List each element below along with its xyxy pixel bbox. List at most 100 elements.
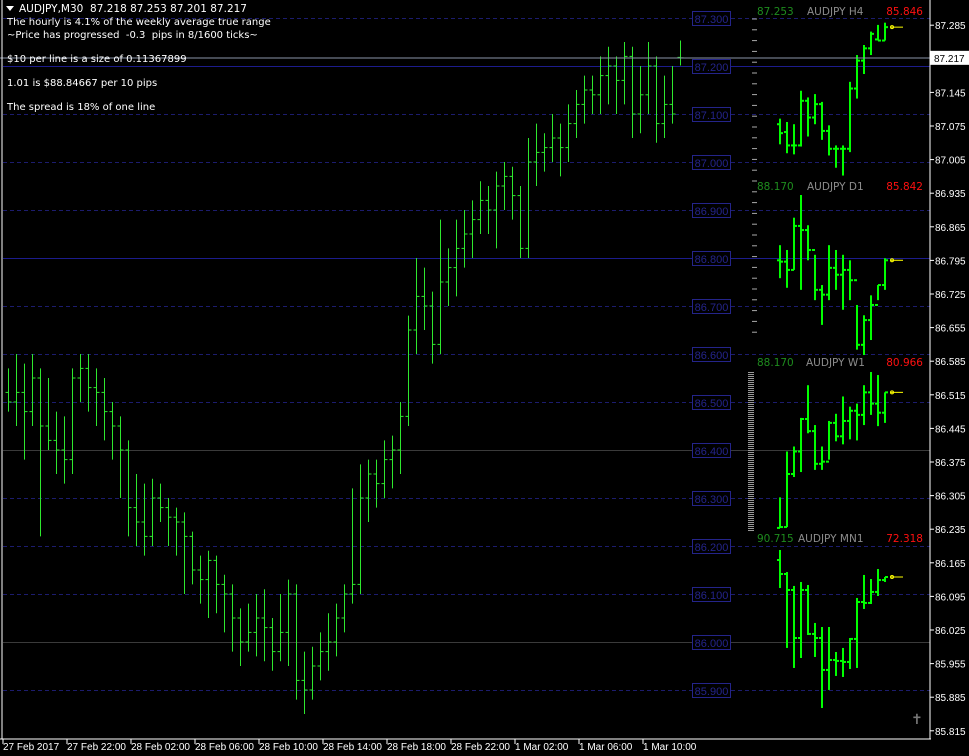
ohlc-bar bbox=[5, 368, 12, 412]
ohlc-bar bbox=[517, 186, 524, 258]
price-label: 86.025 bbox=[935, 626, 966, 637]
time-label: 28 Feb 10:00 bbox=[259, 742, 318, 753]
time-label: 28 Feb 22:00 bbox=[451, 742, 510, 753]
ohlc-bar bbox=[173, 507, 180, 556]
ohlc-bar bbox=[309, 646, 316, 700]
price-label: 86.515 bbox=[935, 391, 966, 402]
h4-high: 87.253 bbox=[757, 6, 794, 18]
info-size: $10 per line is a size of 0.11367899 bbox=[7, 54, 187, 65]
w1-high: 88.170 bbox=[757, 357, 794, 369]
h4-low: 85.846 bbox=[886, 6, 923, 18]
ohlc-bar bbox=[213, 555, 220, 614]
time-label: 1 Mar 10:00 bbox=[643, 742, 697, 753]
ohlc-bar bbox=[397, 402, 404, 474]
time-label: 1 Mar 06:00 bbox=[579, 742, 633, 753]
price-axis[interactable]: 87.285 87.145 87.075 87.005 86.935 86.865 86.7… bbox=[930, 21, 969, 738]
ohlc-bar bbox=[13, 354, 20, 426]
ohlc-bar bbox=[405, 315, 412, 426]
price-label: 86.305 bbox=[935, 492, 966, 503]
ohlc-bar bbox=[605, 46, 612, 105]
ohlc-bar bbox=[429, 291, 436, 364]
collapse-triangle-icon[interactable] bbox=[6, 6, 14, 11]
ohlc-bar bbox=[653, 56, 660, 143]
level-label: 87.000 bbox=[695, 158, 729, 170]
d1-low: 85.842 bbox=[886, 181, 923, 193]
ohlc-bar bbox=[181, 512, 188, 594]
ohlc-bar bbox=[629, 46, 636, 138]
d1-title: AUDJPY D1 bbox=[807, 181, 864, 193]
level-label: 87.200 bbox=[695, 62, 729, 74]
time-axis[interactable]: 27 Feb 2017 27 Feb 22:00 28 Feb 02:00 28 Fe… bbox=[2, 739, 697, 753]
ohlc-bar bbox=[581, 75, 588, 124]
chart-header: AUDJPY,M30 87.218 87.253 87.201 87.217 bbox=[6, 3, 247, 15]
price-label: 87.145 bbox=[935, 88, 966, 99]
price-label: 86.235 bbox=[935, 525, 966, 536]
mini-chart-h4 bbox=[777, 22, 888, 176]
price-label: 85.955 bbox=[935, 660, 966, 671]
ohlc-bar bbox=[469, 200, 476, 258]
ohlc-bar bbox=[557, 123, 564, 177]
mini-chart-mn1 bbox=[777, 550, 888, 708]
ohlc-bar bbox=[245, 603, 252, 652]
level-labels: 87.300 87.200 87.100 87.000 86.900 86.800 86.7… bbox=[692, 11, 731, 698]
ohlc-bar bbox=[621, 42, 628, 105]
ohlc-bar bbox=[141, 483, 148, 556]
ohlc-bar bbox=[69, 368, 76, 474]
mn1-title: AUDJPY MN1 bbox=[798, 533, 864, 545]
ohlc-bar bbox=[477, 181, 484, 234]
ohlc-bar bbox=[341, 584, 348, 633]
level-label: 86.200 bbox=[695, 542, 729, 554]
move-cross-icon[interactable]: ✝ bbox=[911, 712, 923, 728]
ohlc-bar bbox=[205, 550, 212, 618]
ohlc-bar bbox=[301, 651, 308, 714]
time-label: 1 Mar 02:00 bbox=[515, 742, 569, 753]
info-pip-value: 1.01 is $88.84667 per 10 pips bbox=[7, 78, 158, 89]
ohlc-bar bbox=[237, 608, 244, 666]
mn1-low: 72.318 bbox=[886, 533, 923, 545]
ohlc-bar bbox=[117, 416, 124, 498]
price-label: 86.795 bbox=[935, 256, 966, 267]
symbol-timeframe: AUDJPY,M30 bbox=[19, 3, 84, 15]
ohlc-bar bbox=[93, 368, 100, 426]
time-label: 28 Feb 14:00 bbox=[323, 742, 382, 753]
price-label: 86.095 bbox=[935, 592, 966, 603]
ohlc-bar bbox=[637, 66, 644, 134]
ohlc-bar bbox=[549, 114, 556, 162]
h4-title: AUDJPY H4 bbox=[807, 6, 864, 18]
level-label: 86.800 bbox=[695, 254, 729, 266]
level-label: 86.500 bbox=[695, 398, 729, 410]
grid-lines bbox=[3, 18, 930, 691]
price-label: 85.815 bbox=[935, 727, 966, 738]
price-label: 86.165 bbox=[935, 559, 966, 570]
level-label: 86.000 bbox=[695, 638, 729, 650]
ohlc-bar bbox=[493, 171, 500, 249]
price-label: 86.865 bbox=[935, 223, 966, 234]
info-progress: ~Price has progressed -0.3 pips in 8/160… bbox=[7, 30, 258, 41]
info-atr: The hourly is 4.1% of the weekly average… bbox=[7, 17, 271, 28]
ohlc-bar bbox=[381, 440, 388, 498]
ohlc-bar bbox=[277, 594, 284, 662]
ohlc-bar bbox=[261, 589, 268, 662]
ohlc-bar bbox=[597, 56, 604, 114]
level-label: 86.600 bbox=[695, 350, 729, 362]
ohlc-bar bbox=[221, 574, 228, 633]
current-price-label: 87.217 bbox=[934, 54, 965, 65]
price-label: 87.005 bbox=[935, 156, 966, 167]
level-label: 86.400 bbox=[695, 446, 729, 458]
price-label: 87.285 bbox=[935, 21, 966, 32]
ohlc-bar bbox=[29, 354, 36, 426]
ohlc-bar bbox=[373, 459, 380, 508]
ohlc-bar bbox=[421, 267, 428, 330]
mn1-high: 90.715 bbox=[757, 533, 794, 545]
d1-high: 88.170 bbox=[757, 181, 794, 193]
ohlc-bar bbox=[165, 498, 172, 546]
time-label: 28 Feb 02:00 bbox=[131, 742, 190, 753]
price-chart[interactable]: 87.300 87.200 87.100 87.000 86.900 86.800 86.7… bbox=[0, 0, 969, 756]
price-label: 85.885 bbox=[935, 693, 966, 704]
mini-chart-d1 bbox=[777, 195, 888, 355]
level-label: 86.100 bbox=[695, 590, 729, 602]
ohlc-bar bbox=[501, 162, 508, 210]
info-spread: The spread is 18% of one line bbox=[7, 102, 156, 113]
ohlc-bar bbox=[541, 133, 548, 172]
w1-low: 80.966 bbox=[886, 357, 923, 369]
